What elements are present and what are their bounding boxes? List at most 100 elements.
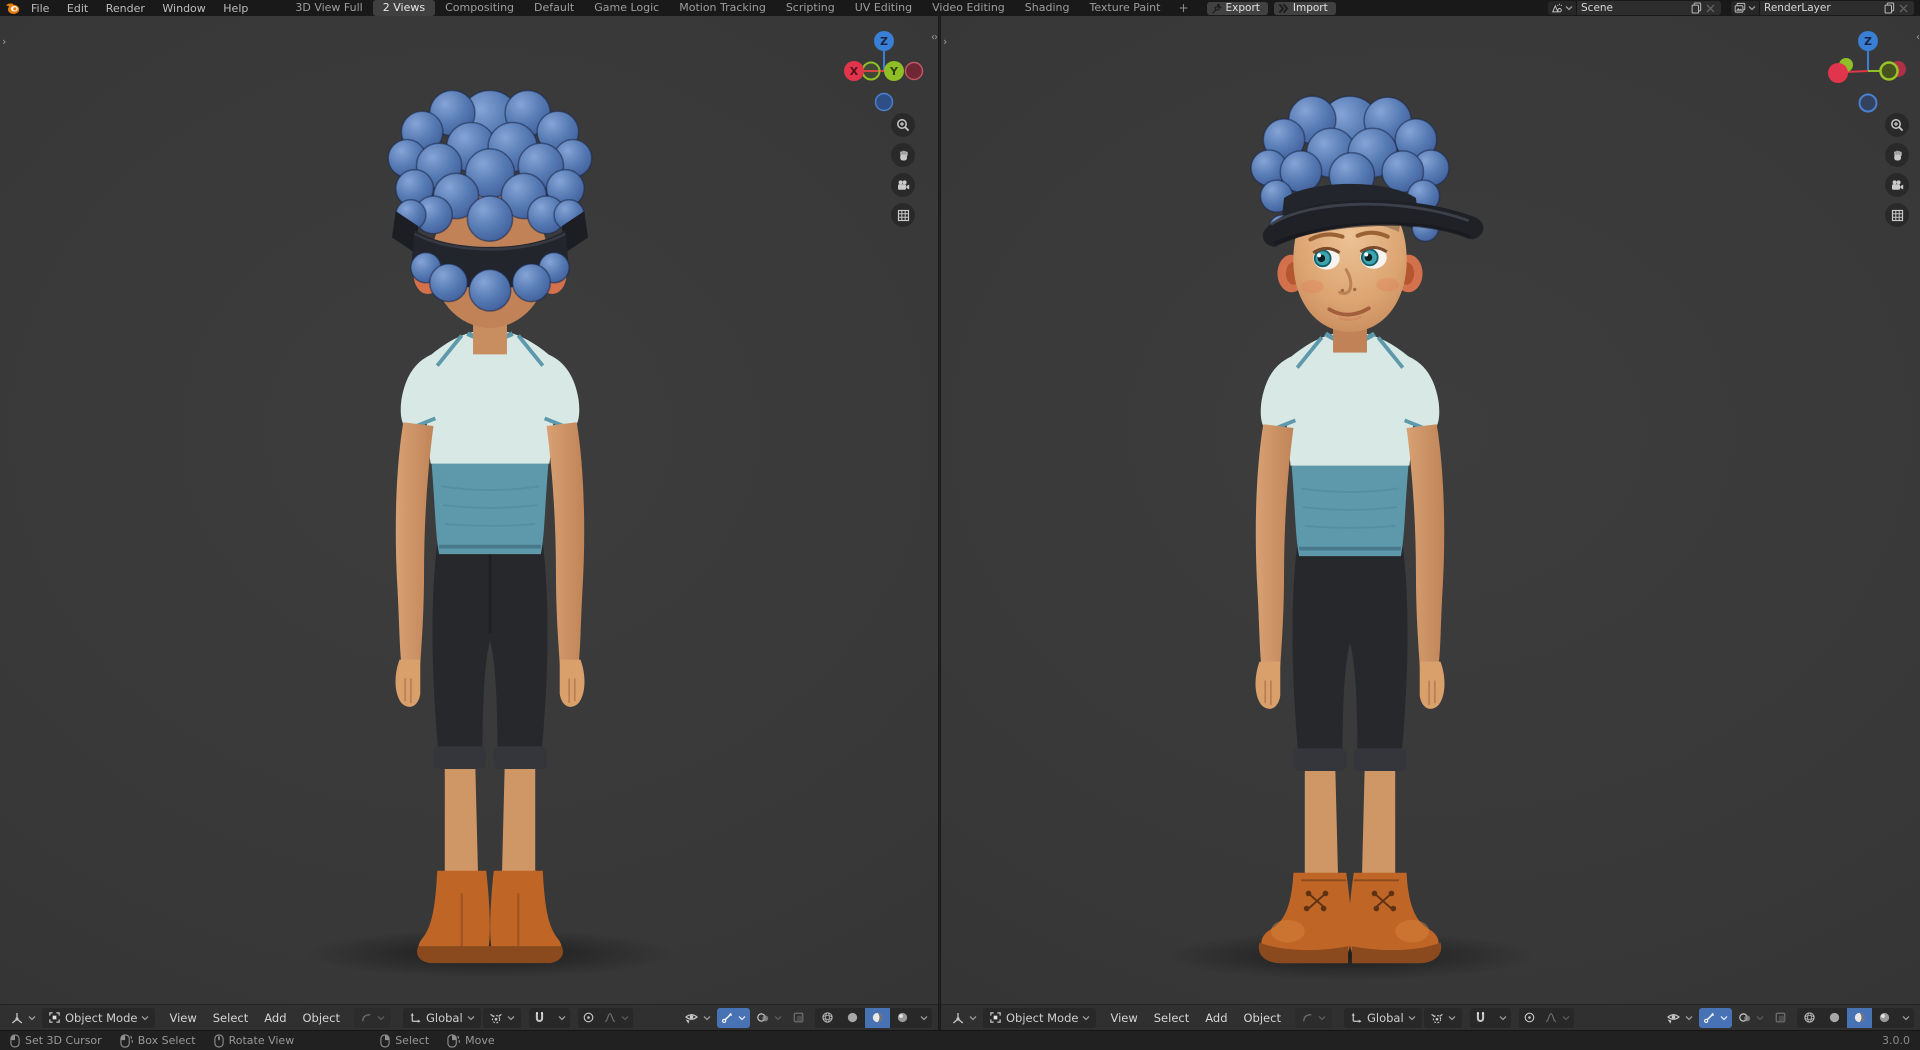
snap-toggle[interactable] bbox=[1470, 1008, 1491, 1028]
shading-options-dropdown[interactable] bbox=[1897, 1008, 1914, 1028]
pivot-point-dropdown[interactable] bbox=[482, 1007, 521, 1028]
blender-logo-icon[interactable] bbox=[4, 1, 20, 15]
proportional-falloff-dropdown[interactable] bbox=[599, 1008, 633, 1028]
render-layer-name-field[interactable]: RenderLayer bbox=[1760, 1, 1914, 15]
menu-view[interactable]: View bbox=[1102, 1011, 1145, 1025]
menu-file[interactable]: File bbox=[24, 2, 56, 15]
transform-orientation-dropdown[interactable]: Global bbox=[402, 1007, 481, 1028]
xray-toggle[interactable] bbox=[1770, 1008, 1791, 1028]
toolbar-expand-icon[interactable]: › bbox=[2, 36, 6, 47]
viewport-header: Object Mode View Select Add Object Globa… bbox=[0, 1004, 938, 1030]
zoom-icon[interactable] bbox=[1885, 113, 1909, 137]
transform-orientation-dropdown[interactable]: Global bbox=[1343, 1007, 1422, 1028]
tab-game-logic[interactable]: Game Logic bbox=[584, 0, 669, 16]
shading-rendered-button[interactable] bbox=[1872, 1008, 1897, 1028]
tab-shading[interactable]: Shading bbox=[1015, 0, 1080, 16]
render-layer-new-button[interactable] bbox=[1882, 2, 1897, 14]
proportional-editing-toggle[interactable] bbox=[578, 1008, 599, 1028]
viewport-left-canvas[interactable]: › ‹› Z X Y bbox=[0, 16, 938, 1004]
scene-name-field[interactable]: Scene bbox=[1577, 1, 1721, 15]
pan-hand-icon[interactable] bbox=[891, 143, 915, 167]
object-context-dropdown[interactable] bbox=[1294, 1007, 1332, 1028]
tab-compositing[interactable]: Compositing bbox=[435, 0, 524, 16]
menu-select[interactable]: Select bbox=[205, 1011, 256, 1025]
chevron-down-icon bbox=[1685, 1015, 1693, 1020]
xray-toggle[interactable] bbox=[788, 1008, 809, 1028]
show-gizmo-toggle[interactable] bbox=[1699, 1007, 1732, 1028]
editor-type-dropdown[interactable] bbox=[947, 1008, 981, 1028]
shading-material-preview-button[interactable] bbox=[1847, 1007, 1872, 1028]
shading-wireframe-button[interactable] bbox=[815, 1008, 840, 1028]
visibility-eye-icon bbox=[1667, 1014, 1680, 1024]
solid-sphere-icon bbox=[1829, 1012, 1840, 1023]
menu-object[interactable]: Object bbox=[295, 1011, 348, 1025]
navigation-gizmo[interactable]: Z bbox=[1824, 27, 1912, 119]
orientation-axes-icon bbox=[1351, 1012, 1362, 1023]
tab-3d-view-full[interactable]: 3D View Full bbox=[285, 0, 372, 16]
menu-object[interactable]: Object bbox=[1236, 1011, 1289, 1025]
region-corner-arrows-icon[interactable]: ‹ bbox=[1916, 32, 1920, 43]
snap-toggle[interactable] bbox=[529, 1008, 550, 1028]
object-context-dropdown[interactable] bbox=[353, 1007, 391, 1028]
overlays-toggle[interactable] bbox=[1734, 1008, 1768, 1028]
tab-uv-editing[interactable]: UV Editing bbox=[845, 0, 922, 16]
mode-dropdown[interactable]: Object Mode bbox=[983, 1007, 1097, 1028]
editor-type-dropdown[interactable] bbox=[6, 1008, 40, 1028]
chevron-down-icon bbox=[507, 1015, 515, 1020]
gizmo-arrow-icon bbox=[1704, 1012, 1714, 1023]
tab-texture-paint[interactable]: Texture Paint bbox=[1079, 0, 1170, 16]
tab-scripting[interactable]: Scripting bbox=[776, 0, 845, 16]
shading-options-dropdown[interactable] bbox=[915, 1008, 932, 1028]
menu-render[interactable]: Render bbox=[99, 2, 152, 15]
toolbar-expand-icon[interactable]: › bbox=[943, 36, 947, 47]
pan-hand-icon[interactable] bbox=[1885, 143, 1909, 167]
shading-material-preview-button[interactable] bbox=[865, 1007, 890, 1028]
region-corner-arrows-icon[interactable]: ‹› bbox=[931, 32, 938, 43]
character-model-back-view[interactable] bbox=[245, 74, 735, 989]
grid-ortho-icon[interactable] bbox=[891, 203, 915, 227]
pivot-point-dropdown[interactable] bbox=[1423, 1007, 1462, 1028]
shading-wireframe-button[interactable] bbox=[1797, 1008, 1822, 1028]
proportional-editing-toggle[interactable] bbox=[1519, 1008, 1540, 1028]
snap-target-dropdown[interactable] bbox=[550, 1008, 570, 1028]
wireframe-sphere-icon bbox=[1804, 1012, 1815, 1023]
camera-view-icon[interactable] bbox=[1885, 173, 1909, 197]
menu-help[interactable]: Help bbox=[216, 2, 255, 15]
keymap-hint: Select bbox=[380, 1034, 429, 1048]
shading-solid-button[interactable] bbox=[1822, 1008, 1847, 1028]
menu-add[interactable]: Add bbox=[256, 1011, 294, 1025]
menu-add[interactable]: Add bbox=[1197, 1011, 1235, 1025]
export-button[interactable]: Export bbox=[1206, 1, 1268, 15]
render-layer-delete-button[interactable] bbox=[1897, 4, 1910, 13]
grid-ortho-icon[interactable] bbox=[1885, 203, 1909, 227]
snap-target-dropdown[interactable] bbox=[1491, 1008, 1511, 1028]
tab-video-editing[interactable]: Video Editing bbox=[922, 0, 1015, 16]
menu-window[interactable]: Window bbox=[155, 2, 212, 15]
scene-browse-button[interactable] bbox=[1548, 1, 1577, 15]
show-gizmo-toggle[interactable] bbox=[717, 1007, 750, 1028]
scene-delete-button[interactable] bbox=[1704, 4, 1717, 13]
camera-view-icon[interactable] bbox=[891, 173, 915, 197]
tab-motion-tracking[interactable]: Motion Tracking bbox=[669, 0, 776, 16]
tab-default[interactable]: Default bbox=[524, 0, 584, 16]
character-model-front-view[interactable] bbox=[1105, 76, 1595, 991]
render-layer-browse-button[interactable] bbox=[1731, 1, 1760, 15]
zoom-icon[interactable] bbox=[891, 113, 915, 137]
proportional-falloff-dropdown[interactable] bbox=[1540, 1008, 1574, 1028]
mode-dropdown[interactable]: Object Mode bbox=[42, 1007, 156, 1028]
scene-new-button[interactable] bbox=[1689, 2, 1704, 14]
viewport-right-canvas[interactable]: › ‹ Z bbox=[941, 16, 1920, 1004]
object-visibility-dropdown[interactable] bbox=[1662, 1008, 1697, 1028]
object-visibility-dropdown[interactable] bbox=[680, 1008, 715, 1028]
menu-select[interactable]: Select bbox=[1146, 1011, 1197, 1025]
import-button[interactable]: Import bbox=[1273, 1, 1336, 15]
tab-2-views[interactable]: 2 Views bbox=[372, 0, 436, 16]
render-layer-icon bbox=[1734, 2, 1746, 13]
shading-rendered-button[interactable] bbox=[890, 1008, 915, 1028]
menu-edit[interactable]: Edit bbox=[60, 2, 95, 15]
shading-solid-button[interactable] bbox=[840, 1008, 865, 1028]
add-workspace-button[interactable]: + bbox=[1170, 0, 1196, 16]
navigation-gizmo[interactable]: Z X Y bbox=[840, 27, 928, 119]
menu-view[interactable]: View bbox=[161, 1011, 204, 1025]
overlays-toggle[interactable] bbox=[752, 1008, 786, 1028]
